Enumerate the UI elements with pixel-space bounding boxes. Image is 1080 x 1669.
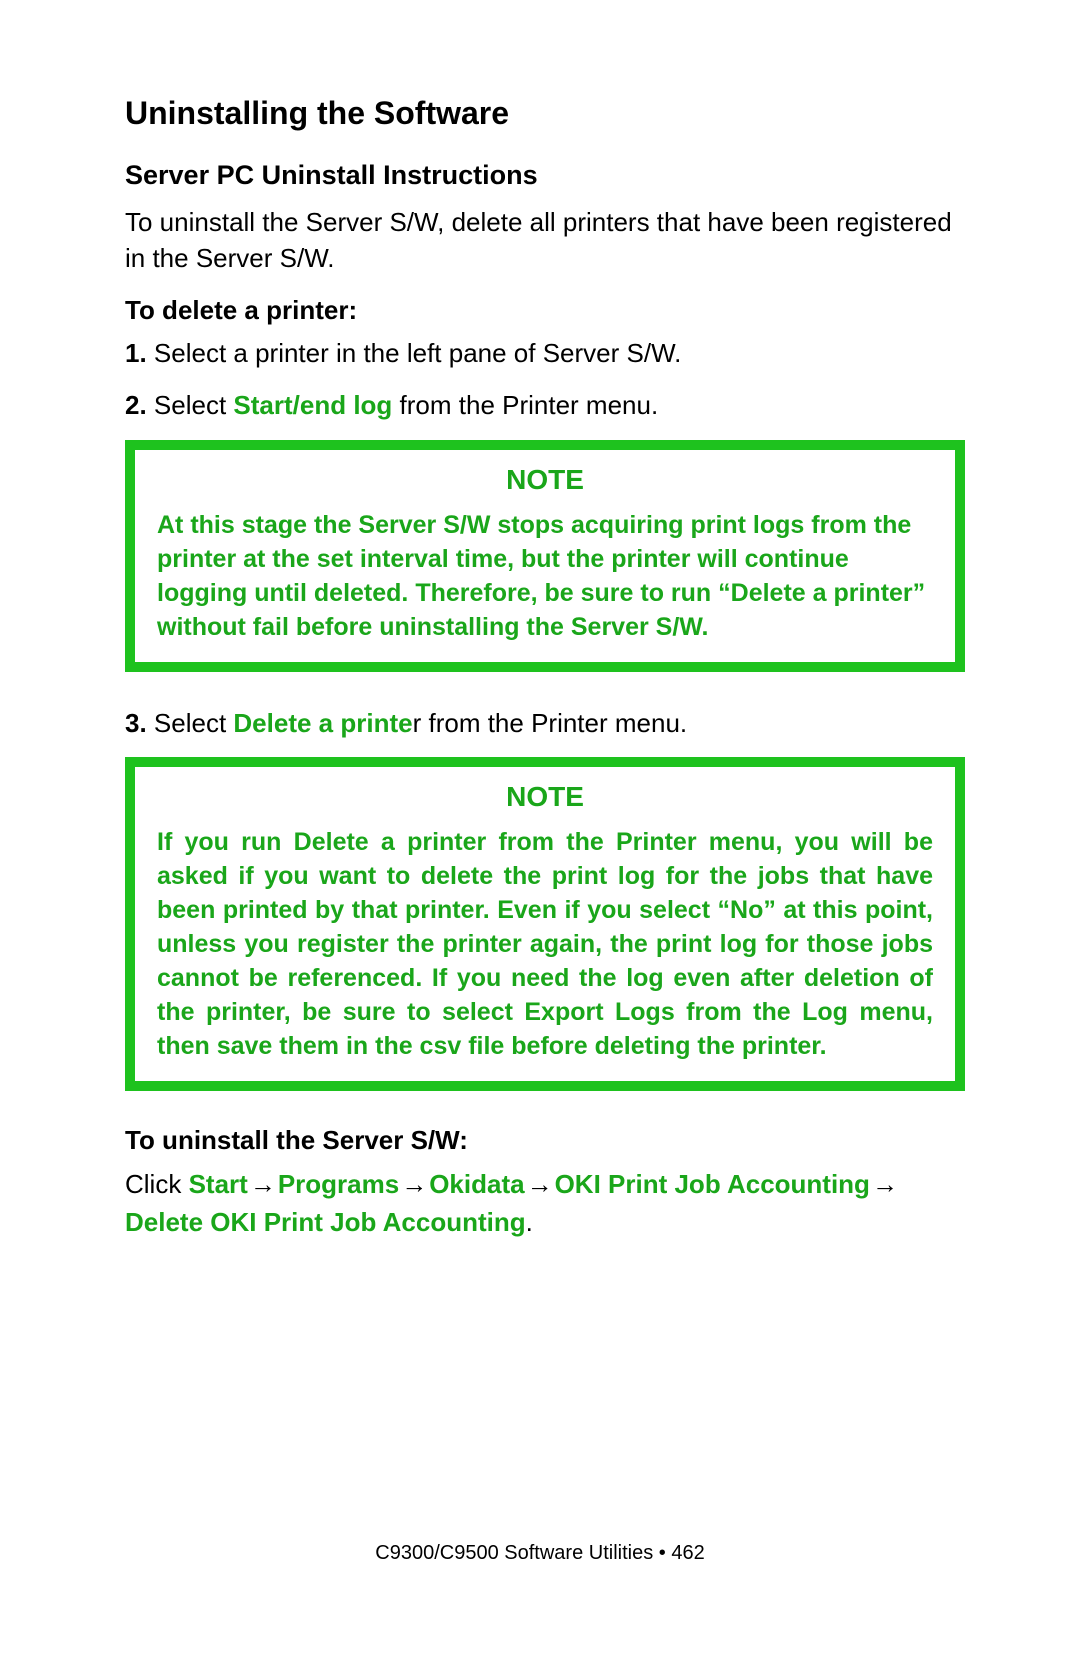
ui-term-delete-printer-tail: r	[413, 708, 422, 738]
path-oki-accounting: OKI Print Job Accounting	[555, 1169, 870, 1199]
path-okidata: Okidata	[429, 1169, 524, 1199]
page-footer: C9300/C9500 Software Utilities • 462	[0, 1542, 1080, 1565]
path-click: Click	[125, 1169, 189, 1199]
note-box-2: NOTE If you run Delete a printer from th…	[125, 757, 965, 1091]
step-text-a: Select	[147, 390, 234, 420]
section-heading: Server PC Uninstall Instructions	[125, 160, 965, 191]
step-number: 2.	[125, 390, 147, 420]
step-text-a: Select	[147, 708, 234, 738]
uninstall-path: Click Start → Programs → Okidata → OKI P…	[125, 1166, 965, 1241]
step-number: 1.	[125, 338, 147, 368]
path-dot: .	[526, 1207, 533, 1237]
note-label: NOTE	[157, 781, 933, 813]
note-label: NOTE	[157, 464, 933, 496]
note-1-body: At this stage the Server S/W stops acqui…	[157, 508, 933, 644]
path-delete-oki: Delete OKI Print Job Accounting	[125, 1207, 526, 1237]
arrow-icon: →	[399, 1166, 429, 1204]
intro-paragraph: To uninstall the Server S/W, delete all …	[125, 205, 965, 277]
arrow-icon: →	[525, 1166, 555, 1204]
step-2: 2. Select Start/end log from the Printer…	[125, 388, 965, 424]
arrow-icon: →	[870, 1166, 900, 1204]
path-programs: Programs	[278, 1169, 399, 1199]
arrow-icon: →	[248, 1166, 278, 1204]
document-page: Uninstalling the Software Server PC Unin…	[0, 0, 1080, 1669]
delete-printer-heading: To delete a printer:	[125, 295, 965, 326]
ui-term-delete-printer: Delete a printe	[233, 708, 412, 738]
step-text: Select a printer in the left pane of Ser…	[147, 338, 682, 368]
step-3: 3. Select Delete a printer from the Prin…	[125, 706, 965, 742]
step-1: 1. Select a printer in the left pane of …	[125, 336, 965, 372]
page-title: Uninstalling the Software	[125, 95, 965, 132]
step-text-c: from the Printer menu.	[392, 390, 658, 420]
note-2-body: If you run Delete a printer from the Pri…	[157, 825, 933, 1063]
step-text-d: from the Printer menu.	[421, 708, 687, 738]
note-box-1: NOTE At this stage the Server S/W stops …	[125, 440, 965, 672]
uninstall-heading: To uninstall the Server S/W:	[125, 1125, 965, 1156]
ui-term-start-end-log: Start/end log	[233, 390, 392, 420]
path-start: Start	[189, 1169, 248, 1199]
step-number: 3.	[125, 708, 147, 738]
